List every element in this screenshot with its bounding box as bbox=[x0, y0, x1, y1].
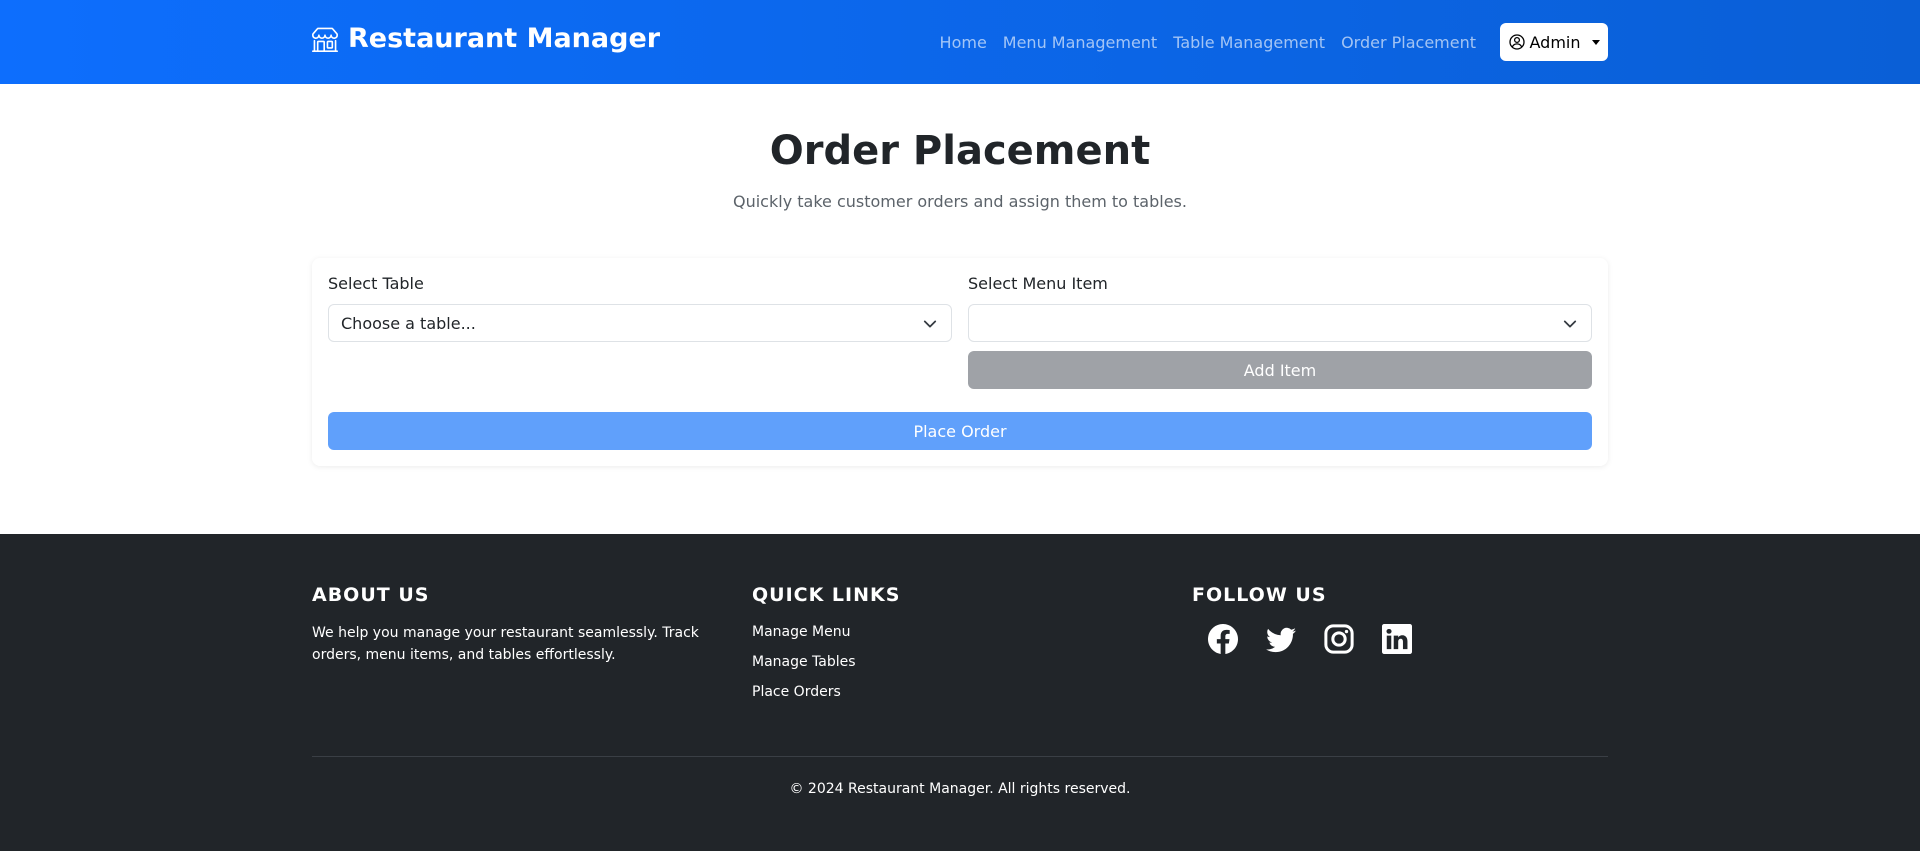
footer: ABOUT US We help you manage your restaur… bbox=[0, 534, 1920, 851]
table-select[interactable]: Choose a table... bbox=[328, 304, 952, 342]
nav-links: Home Menu Management Table Management Or… bbox=[940, 0, 1476, 84]
chevron-down-icon bbox=[923, 320, 937, 328]
brand[interactable]: Restaurant Manager bbox=[312, 23, 660, 54]
copyright: © 2024 Restaurant Manager. All rights re… bbox=[789, 781, 1131, 797]
order-form-card: Select Table Choose a table... Select Me… bbox=[312, 258, 1608, 466]
nav-link-menu-management[interactable]: Menu Management bbox=[1003, 33, 1157, 52]
shop-icon bbox=[312, 27, 338, 52]
place-order-button[interactable]: Place Order bbox=[328, 412, 1592, 450]
nav-link-table-management[interactable]: Table Management bbox=[1173, 33, 1325, 52]
footer-link-manage-tables[interactable]: Manage Tables bbox=[752, 654, 900, 670]
twitter-icon[interactable] bbox=[1266, 624, 1296, 654]
facebook-icon[interactable] bbox=[1208, 624, 1238, 654]
navbar: Restaurant Manager Home Menu Management … bbox=[0, 0, 1920, 84]
admin-dropdown-button[interactable]: Admin bbox=[1500, 23, 1608, 61]
chevron-down-icon bbox=[1563, 320, 1577, 328]
menu-select-label: Select Menu Item bbox=[968, 274, 1108, 293]
add-item-button[interactable]: Add Item bbox=[968, 351, 1592, 389]
footer-link-manage-menu[interactable]: Manage Menu bbox=[752, 624, 900, 640]
footer-link-place-orders[interactable]: Place Orders bbox=[752, 684, 900, 700]
brand-name: Restaurant Manager bbox=[348, 23, 661, 54]
about-heading: ABOUT US bbox=[312, 584, 430, 606]
menu-item-select[interactable] bbox=[968, 304, 1592, 342]
quick-links-section: QUICK LINKS Manage Menu Manage Tables Pl… bbox=[752, 584, 900, 700]
follow-heading: FOLLOW US bbox=[1192, 584, 1327, 606]
about-section: ABOUT US We help you manage your restaur… bbox=[312, 584, 722, 666]
page-header: Order Placement Quickly take customer or… bbox=[0, 84, 1920, 211]
instagram-icon[interactable] bbox=[1324, 624, 1354, 654]
table-select-value: Choose a table... bbox=[341, 313, 476, 333]
follow-section: FOLLOW US bbox=[1192, 584, 1412, 654]
table-select-label: Select Table bbox=[328, 274, 424, 293]
caret-down-icon bbox=[1591, 39, 1600, 45]
page-subtitle: Quickly take customer orders and assign … bbox=[733, 192, 1187, 211]
page-title: Order Placement bbox=[769, 128, 1151, 174]
admin-label: Admin bbox=[1529, 32, 1581, 52]
user-circle-icon bbox=[1508, 34, 1525, 50]
nav-link-home[interactable]: Home bbox=[940, 33, 987, 52]
footer-divider bbox=[312, 756, 1608, 757]
quick-links-heading: QUICK LINKS bbox=[752, 584, 901, 606]
nav-link-order-placement[interactable]: Order Placement bbox=[1341, 33, 1476, 52]
about-text: We help you manage your restaurant seaml… bbox=[312, 625, 699, 663]
social-links bbox=[1192, 624, 1412, 654]
linkedin-icon[interactable] bbox=[1382, 624, 1412, 654]
